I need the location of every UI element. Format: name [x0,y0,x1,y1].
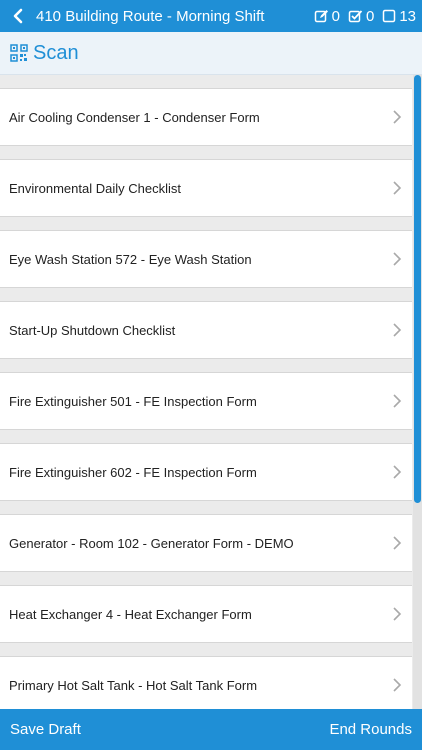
edited-counter: 0 [314,8,340,25]
list-item-label: Generator - Room 102 - Generator Form - … [9,535,294,551]
chevron-left-icon [13,8,23,24]
list-item-label: Eye Wash Station 572 - Eye Wash Station [9,251,252,267]
list-item-label: Air Cooling Condenser 1 - Condenser Form [9,109,260,125]
edit-icon [314,9,328,22]
list-item-label: Start-Up Shutdown Checklist [9,322,176,338]
scan-label: Scan [33,41,79,64]
completed-counter: 0 [348,8,374,25]
list-item[interactable]: Environmental Daily Checklist [0,159,412,217]
checked-box-icon [348,9,363,22]
list-item[interactable]: Heat Exchanger 4 - Heat Exchanger Form [0,585,412,643]
chevron-right-icon [382,585,412,643]
scan-bar[interactable]: Scan [0,32,422,75]
empty-box-icon [383,9,396,23]
edited-count: 0 [331,7,340,25]
route-title: 410 Building Route - Morning Shift [36,7,265,25]
scrollbar-track[interactable] [413,75,422,709]
chevron-right-icon [382,372,412,430]
save-draft-button[interactable]: Save Draft [10,721,81,738]
chevron-right-icon [382,656,412,709]
back-button[interactable] [0,0,36,32]
route-item-list: Air Cooling Condenser 1 - Condenser Form… [0,75,412,709]
list-item[interactable]: Eye Wash Station 572 - Eye Wash Station [0,230,412,288]
list-item-label: Environmental Daily Checklist [9,180,181,196]
list-item[interactable]: Fire Extinguisher 501 - FE Inspection Fo… [0,372,412,430]
remaining-count: 13 [399,7,416,25]
list-item[interactable]: Fire Extinguisher 602 - FE Inspection Fo… [0,443,412,501]
list-item-label: Heat Exchanger 4 - Heat Exchanger Form [9,606,252,622]
list-item-label: Primary Hot Salt Tank - Hot Salt Tank Fo… [9,677,258,693]
completed-count: 0 [365,7,375,25]
qr-code-icon [10,44,28,62]
end-rounds-button[interactable]: End Rounds [329,721,412,738]
list-item[interactable]: Generator - Room 102 - Generator Form - … [0,514,412,572]
chevron-right-icon [382,443,412,501]
chevron-right-icon [382,88,412,146]
list-item[interactable]: Start-Up Shutdown Checklist [0,301,412,359]
chevron-right-icon [382,301,412,359]
list-item-label: Fire Extinguisher 501 - FE Inspection Fo… [9,393,257,409]
bottom-bar: Save Draft End Rounds [0,709,422,750]
remaining-counter: 13 [382,8,416,25]
status-counters: 0 0 13 [314,8,422,25]
scrollbar-thumb[interactable] [414,75,421,503]
chevron-right-icon [382,230,412,288]
chevron-right-icon [382,159,412,217]
chevron-right-icon [382,514,412,572]
list-item-label: Fire Extinguisher 602 - FE Inspection Fo… [9,464,257,480]
top-bar: 410 Building Route - Morning Shift 0 0 1… [0,0,422,32]
list-item[interactable]: Primary Hot Salt Tank - Hot Salt Tank Fo… [0,656,412,709]
list-item[interactable]: Air Cooling Condenser 1 - Condenser Form [0,88,412,146]
